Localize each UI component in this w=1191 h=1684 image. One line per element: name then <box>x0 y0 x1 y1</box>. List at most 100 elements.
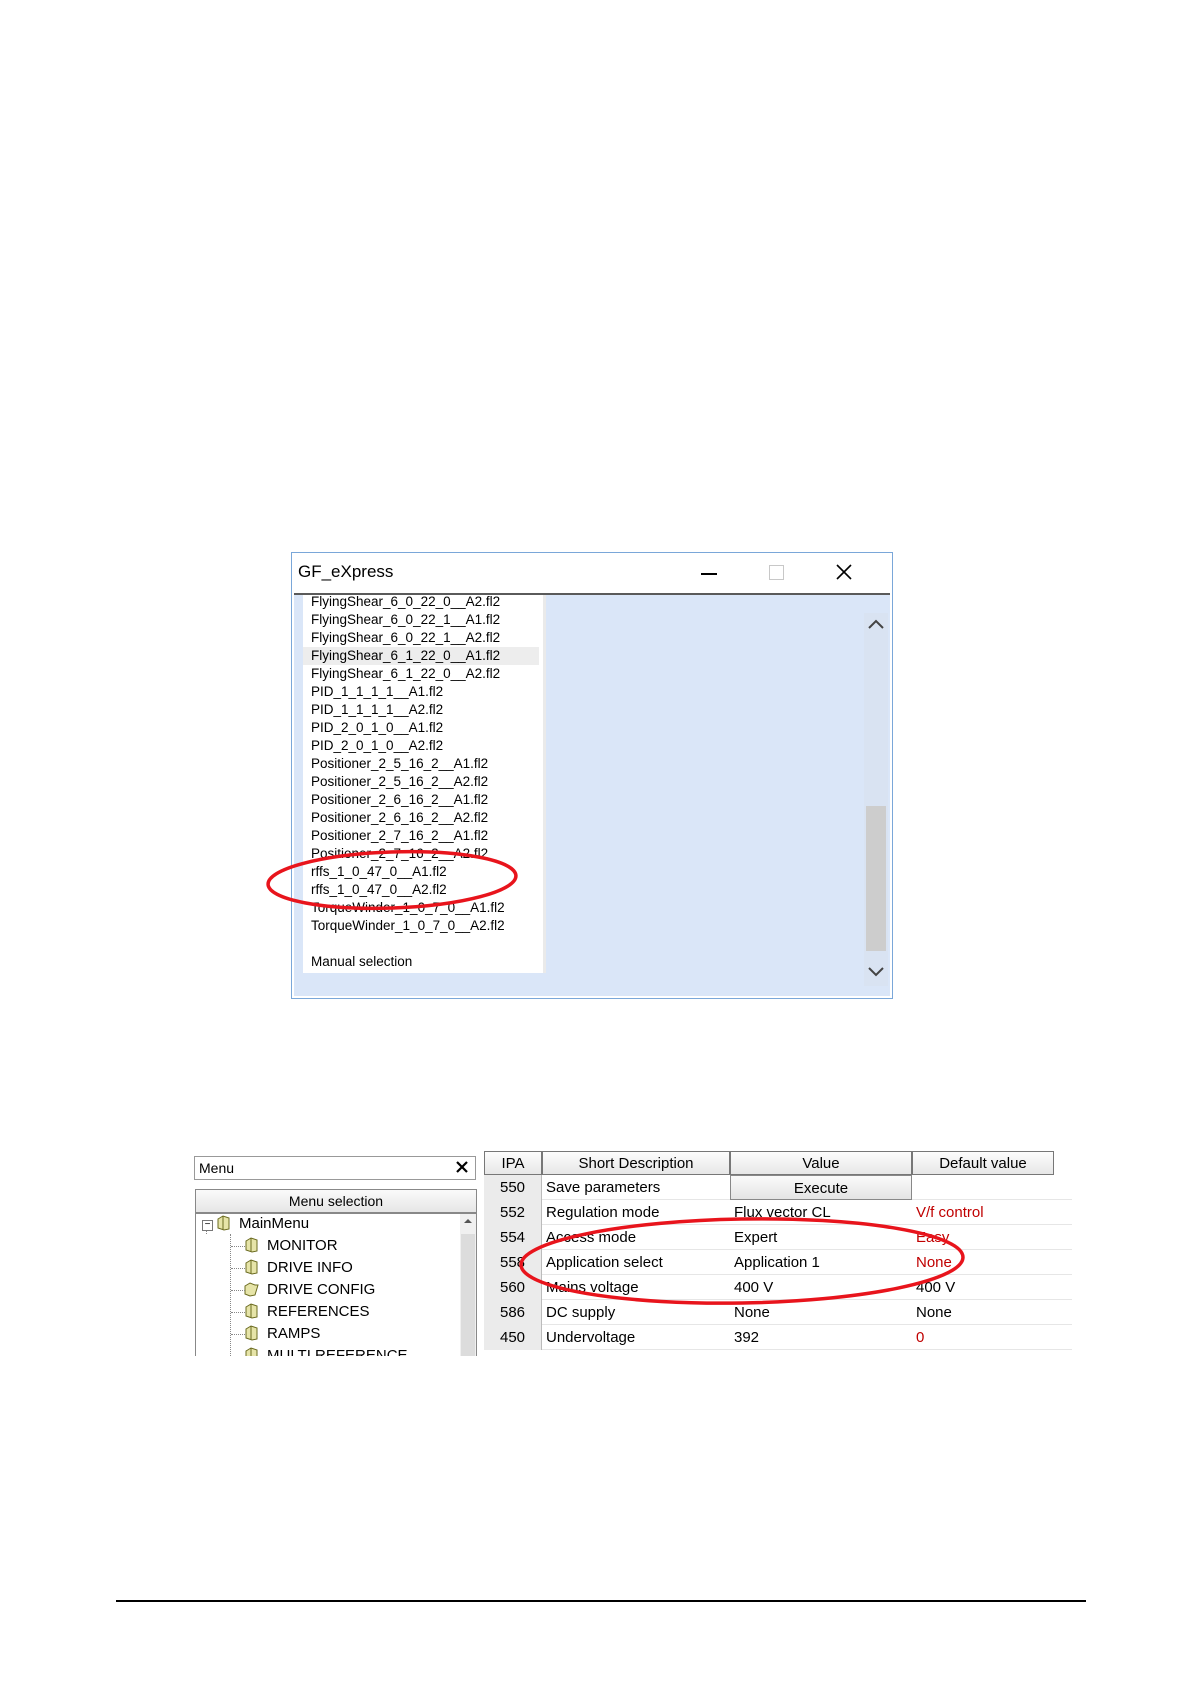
scroll-down-arrow-icon[interactable] <box>866 961 886 981</box>
tree-node-label: RAMPS <box>267 1325 321 1342</box>
parameter-editor: Menu Menu selection − MainMenu MONITOR DR… <box>192 1151 1072 1356</box>
description-cell: Mains voltage <box>546 1279 639 1296</box>
default-value-cell: Easy <box>916 1229 950 1246</box>
default-value-cell: None <box>916 1304 952 1321</box>
file-list-item[interactable]: Positioner_2_5_16_2__A2.fl2 <box>311 773 488 791</box>
folder-open-icon <box>244 1282 259 1297</box>
file-list-item[interactable]: Positioner_2_7_16_2__A2.fl2 <box>311 845 488 863</box>
vertical-scrollbar[interactable] <box>864 613 888 986</box>
column-header-ipa[interactable]: IPA <box>484 1151 542 1175</box>
default-value-cell: 400 V <box>916 1279 956 1296</box>
menu-header: Menu <box>194 1156 476 1180</box>
file-list-item[interactable]: rffs_1_0_47_0__A1.fl2 <box>311 863 447 881</box>
value-cell[interactable]: 392 <box>734 1325 759 1350</box>
page-footer-rule <box>116 1600 1086 1602</box>
folder-icon <box>245 1259 258 1275</box>
tree-connector <box>231 1290 245 1291</box>
default-value-cell: V/f control <box>916 1204 984 1221</box>
manual-selection-item[interactable]: Manual selection <box>311 953 412 971</box>
scrollbar-thumb[interactable] <box>866 806 886 951</box>
file-list-item[interactable]: TorqueWinder_1_0_7_0__A1.fl2 <box>311 899 505 917</box>
file-list-item[interactable]: FlyingShear_6_0_22_1__A1.fl2 <box>311 611 500 629</box>
description-cell: Access mode <box>546 1229 637 1246</box>
folder-icon <box>245 1347 258 1356</box>
file-list-item[interactable]: PID_1_1_1_1__A2.fl2 <box>311 701 443 719</box>
file-list-item[interactable]: Positioner_2_6_16_2__A1.fl2 <box>311 791 488 809</box>
menu-tree[interactable]: − MainMenu MONITOR DRIVE INFO DRIVE CONFIG… <box>195 1213 477 1356</box>
tree-node-monitor[interactable]: MONITOR <box>244 1236 338 1256</box>
window-client-area: FlyingShear_6_0_22_0__A2.fl2 FlyingShear_… <box>294 595 890 996</box>
folder-icon <box>217 1215 230 1231</box>
tree-node-label: DRIVE INFO <box>267 1259 353 1276</box>
tree-node-label: MONITOR <box>267 1237 338 1254</box>
file-list-item[interactable]: Positioner_2_7_16_2__A1.fl2 <box>311 827 488 845</box>
file-list-item[interactable]: FlyingShear_6_0_22_1__A2.fl2 <box>311 629 500 647</box>
file-list-item[interactable]: Positioner_2_5_16_2__A1.fl2 <box>311 755 488 773</box>
file-list-item[interactable]: PID_1_1_1_1__A1.fl2 <box>311 683 443 701</box>
tree-node-mainmenu[interactable]: MainMenu <box>216 1214 309 1234</box>
file-list-item[interactable]: FlyingShear_6_0_22_0__A2.fl2 <box>311 595 500 611</box>
close-button[interactable] <box>822 557 866 587</box>
close-icon[interactable] <box>453 1158 471 1176</box>
value-cell[interactable]: 400 V <box>734 1275 773 1300</box>
scroll-up-arrow-icon[interactable] <box>463 1216 473 1226</box>
column-header-default[interactable]: Default value <box>912 1151 1054 1175</box>
ipa-cell: 552 <box>484 1200 542 1225</box>
tree-node-label: REFERENCES <box>267 1303 370 1320</box>
tree-node-multi-reference[interactable]: MULTI REFERENCE <box>244 1346 408 1356</box>
value-cell[interactable]: Application 1 <box>734 1250 820 1275</box>
ipa-cell: 586 <box>484 1300 542 1325</box>
file-list-item[interactable]: PID_2_0_1_0__A1.fl2 <box>311 719 443 737</box>
minimize-button[interactable] <box>686 557 730 587</box>
maximize-button[interactable] <box>754 557 798 587</box>
collapse-icon[interactable]: − <box>202 1220 213 1231</box>
folder-icon <box>245 1237 258 1253</box>
tree-connector <box>230 1234 231 1356</box>
file-list-item[interactable]: PID_2_0_1_0__A2.fl2 <box>311 737 443 755</box>
description-cell: Regulation mode <box>546 1204 660 1221</box>
window-title: GF_eXpress <box>298 562 394 581</box>
description-cell: Undervoltage <box>546 1329 636 1346</box>
menu-panel: Menu Menu selection − MainMenu MONITOR DR… <box>192 1151 478 1356</box>
parameter-grid[interactable]: IPA Short Description Value Default valu… <box>484 1151 1072 1356</box>
tree-node-label: MainMenu <box>239 1215 310 1232</box>
folder-icon <box>245 1325 258 1341</box>
value-cell[interactable]: None <box>734 1300 770 1325</box>
description-cell: DC supply <box>546 1304 616 1321</box>
ipa-cell: 450 <box>484 1325 542 1350</box>
file-list-item[interactable]: Positioner_2_6_16_2__A2.fl2 <box>311 809 488 827</box>
menu-header-label: Menu <box>199 1160 235 1176</box>
file-list-item[interactable]: rffs_1_0_47_0__A2.fl2 <box>311 881 447 899</box>
title-bar: GF_eXpress <box>292 553 892 593</box>
execute-button[interactable]: Execute <box>730 1175 912 1200</box>
tree-node-drive-info[interactable]: DRIVE INFO <box>244 1258 353 1278</box>
file-listbox[interactable]: FlyingShear_6_0_22_0__A2.fl2 FlyingShear_… <box>303 595 546 973</box>
description-cell: Save parameters <box>546 1179 661 1196</box>
tree-node-drive-config[interactable]: DRIVE CONFIG <box>244 1280 375 1300</box>
value-cell[interactable]: Flux vector CL <box>734 1200 831 1225</box>
default-value-cell: None <box>916 1254 952 1271</box>
tree-connector <box>231 1268 245 1269</box>
file-list-item[interactable]: FlyingShear_6_1_22_0__A2.fl2 <box>311 665 500 683</box>
tree-node-label: DRIVE CONFIG <box>267 1281 376 1298</box>
column-header-description[interactable]: Short Description <box>542 1151 730 1175</box>
tree-node-references[interactable]: REFERENCES <box>244 1302 370 1322</box>
column-header-value[interactable]: Value <box>730 1151 912 1175</box>
ipa-cell: 558 <box>484 1250 542 1275</box>
tree-scrollbar[interactable] <box>460 1214 476 1356</box>
tree-connector <box>231 1312 245 1313</box>
menu-selection-button[interactable]: Menu selection <box>195 1189 477 1213</box>
scrollbar-thumb[interactable] <box>461 1234 475 1356</box>
tree-connector <box>231 1246 245 1247</box>
gf-express-window: GF_eXpress FlyingShear_6_0_22_0__A2.fl2 F… <box>291 552 893 999</box>
file-list-item[interactable]: FlyingShear_6_1_22_0__A1.fl2 <box>311 647 500 665</box>
close-icon <box>836 564 852 580</box>
file-list-item[interactable]: TorqueWinder_1_0_7_0__A2.fl2 <box>311 917 505 935</box>
description-cell: Application select <box>546 1254 663 1271</box>
ipa-cell: 554 <box>484 1225 542 1250</box>
default-value-cell: 0 <box>916 1329 925 1346</box>
tree-node-ramps[interactable]: RAMPS <box>244 1324 320 1344</box>
folder-icon <box>245 1303 258 1319</box>
value-cell[interactable]: Expert <box>734 1225 777 1250</box>
scroll-up-arrow-icon[interactable] <box>866 615 886 635</box>
